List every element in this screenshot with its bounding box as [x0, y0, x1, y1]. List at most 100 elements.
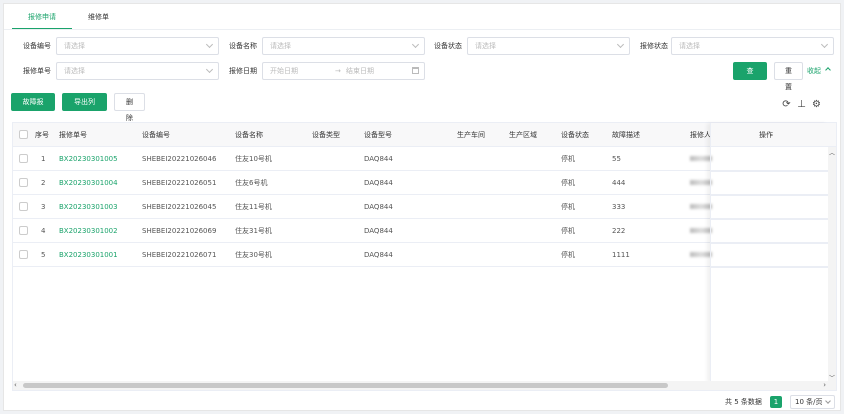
end-date-placeholder: 结束日期	[346, 67, 374, 75]
report-fault-button[interactable]: 故障报修	[11, 93, 55, 122]
reset-button[interactable]: 重 置	[774, 62, 803, 91]
filter-label: 报修日期	[229, 67, 257, 75]
vertical-scrollbar[interactable]: ︿ ﹀	[828, 147, 836, 383]
horizontal-scrollbar[interactable]: ‹ ›	[13, 381, 836, 390]
actions-column: 操作	[710, 123, 828, 383]
placeholder: 请选择	[64, 67, 85, 75]
col-model: 设备型号	[364, 131, 392, 139]
row-checkbox[interactable]	[19, 202, 28, 211]
row-divider	[711, 267, 828, 268]
start-date-placeholder: 开始日期	[270, 67, 298, 75]
cell-status: 停机	[561, 203, 575, 211]
delete-button[interactable]: 删 除	[114, 93, 145, 122]
cell-fault-desc: 1111	[612, 251, 630, 259]
repair-no-link[interactable]: BX20230301003	[59, 195, 118, 219]
reporter-blurred	[690, 204, 712, 209]
main-panel: 报修申请 维修单 设备编号 请选择 设备名称 请选择 设备状态 请选择 报修状态…	[3, 3, 841, 411]
repair-no-select[interactable]: 请选择	[56, 62, 219, 80]
cell-status: 停机	[561, 251, 575, 259]
reporter-blurred	[690, 252, 712, 257]
device-status-select[interactable]: 请选择	[467, 37, 630, 55]
cell-model: DAQ844	[364, 155, 393, 163]
chevron-down-icon	[205, 40, 214, 49]
column-height-icon[interactable]: ⊥	[796, 99, 807, 110]
col-fault-desc: 故障描述	[612, 131, 640, 139]
query-button[interactable]: 查 询	[733, 62, 767, 91]
scroll-right-icon[interactable]: ›	[823, 381, 826, 390]
device-name-select[interactable]: 请选择	[262, 37, 425, 55]
repair-no-link[interactable]: BX20230301001	[59, 243, 118, 267]
cell-index: 5	[41, 251, 46, 259]
col-area: 生产区域	[509, 131, 537, 139]
col-workshop: 生产车间	[457, 131, 485, 139]
page-size-value: 10 条/页	[795, 398, 823, 406]
tab-repair-order[interactable]: 维修单	[72, 8, 125, 30]
filter-label: 设备编号	[23, 42, 51, 50]
filter-device-name: 设备名称 请选择	[215, 37, 425, 55]
date-range-picker[interactable]: 开始日期 → 结束日期	[262, 62, 425, 80]
placeholder: 请选择	[270, 42, 291, 50]
filter-device-code: 设备编号 请选择	[9, 37, 219, 55]
tab-repair-request[interactable]: 报修申请	[12, 8, 72, 30]
cell-fault-desc: 55	[612, 155, 621, 163]
repair-no-link[interactable]: BX20230301005	[59, 147, 118, 171]
scroll-up-icon[interactable]: ︿	[829, 148, 835, 157]
cell-device-name: 住友11号机	[235, 203, 272, 211]
col-actions: 操作	[759, 131, 773, 139]
tabs-divider	[4, 29, 840, 30]
cell-device-code: SHEBEI20221026046	[142, 155, 217, 163]
reporter-blurred	[690, 156, 712, 161]
calendar-icon	[412, 67, 419, 74]
filter-label: 报修单号	[23, 67, 51, 75]
row-checkbox[interactable]	[19, 250, 28, 259]
device-code-select[interactable]: 请选择	[56, 37, 219, 55]
col-device-code: 设备编号	[142, 131, 170, 139]
export-list-button[interactable]: 导出列表	[62, 93, 107, 122]
scroll-left-icon[interactable]: ‹	[14, 381, 17, 390]
pager-total: 共 5 条数据	[725, 398, 762, 406]
cell-index: 4	[41, 227, 46, 235]
row-divider	[711, 171, 828, 172]
row-divider	[711, 219, 828, 220]
page-size-select[interactable]: 10 条/页	[790, 395, 835, 409]
cell-model: DAQ844	[364, 203, 393, 211]
cell-model: DAQ844	[364, 227, 393, 235]
row-checkbox[interactable]	[19, 226, 28, 235]
cell-device-name: 住友10号机	[235, 155, 272, 163]
col-device-name: 设备名称	[235, 131, 263, 139]
cell-fault-desc: 333	[612, 203, 626, 211]
cell-index: 1	[41, 155, 46, 163]
settings-icon[interactable]: ⚙	[811, 99, 822, 110]
collapse-link[interactable]: 收起	[807, 62, 832, 80]
chevron-down-icon	[820, 40, 829, 49]
cell-model: DAQ844	[364, 179, 393, 187]
repair-no-link[interactable]: BX20230301002	[59, 219, 118, 243]
repair-status-select[interactable]: 请选择	[671, 37, 834, 55]
col-index: 序号	[35, 131, 49, 139]
col-reporter: 报修人	[690, 131, 711, 139]
row-divider	[711, 243, 828, 244]
cell-device-code: SHEBEI20221026051	[142, 179, 217, 187]
cell-device-code: SHEBEI20221026045	[142, 203, 217, 211]
cell-device-code: SHEBEI20221026069	[142, 227, 217, 235]
arrow-right-icon: →	[335, 67, 341, 75]
chevron-down-icon	[825, 398, 831, 404]
cell-device-name: 住友6号机	[235, 179, 268, 187]
repair-no-link[interactable]: BX20230301004	[59, 171, 118, 195]
cell-index: 2	[41, 179, 46, 187]
filter-label: 设备状态	[434, 42, 462, 50]
refresh-icon[interactable]: ⟳	[781, 99, 792, 110]
reporter-blurred	[690, 180, 712, 185]
cell-status: 停机	[561, 179, 575, 187]
scroll-thumb[interactable]	[23, 383, 668, 388]
pager-page-1[interactable]: 1	[770, 396, 782, 408]
row-checkbox[interactable]	[19, 154, 28, 163]
row-checkbox[interactable]	[19, 178, 28, 187]
reporter-blurred	[690, 228, 712, 233]
cell-device-name: 住友31号机	[235, 227, 272, 235]
actions-header: 操作	[711, 123, 828, 147]
select-all-checkbox[interactable]	[19, 130, 28, 139]
filter-device-status: 设备状态 请选择	[420, 37, 630, 55]
cell-device-code: SHEBEI20221026071	[142, 251, 217, 259]
repair-table: 序号 报修单号 设备编号 设备名称 设备类型 设备型号 生产车间 生产区域 设备…	[12, 122, 837, 391]
